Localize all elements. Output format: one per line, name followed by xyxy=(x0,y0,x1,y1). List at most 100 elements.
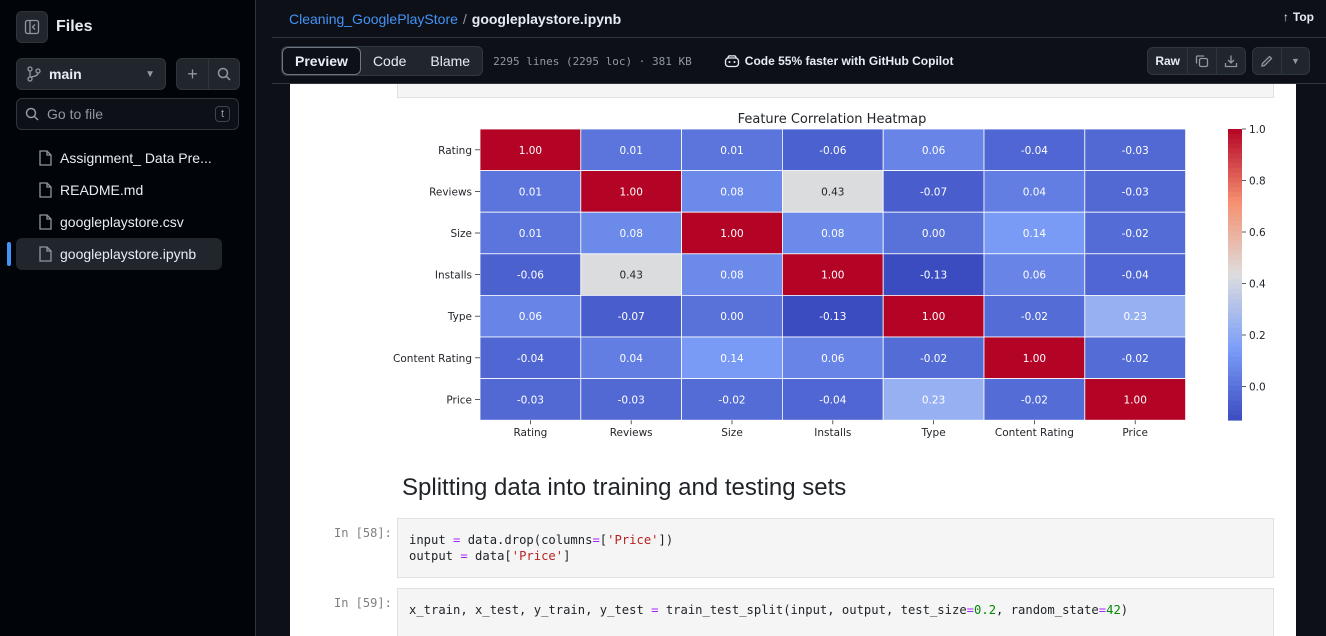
cell-value-label: 0.04 xyxy=(1023,186,1047,198)
x-tick-label: Content Rating xyxy=(995,427,1074,439)
cell-value-label: -0.06 xyxy=(819,145,846,157)
colorbar-segment xyxy=(1228,405,1242,411)
cell-value-label: 0.08 xyxy=(620,228,643,240)
branch-selector[interactable]: main ▼ xyxy=(16,58,166,90)
add-file-icon[interactable]: + xyxy=(177,59,208,89)
file-tree-item[interactable]: Assignment_ Data Pre... xyxy=(16,142,239,174)
cell-value-label: 1.00 xyxy=(620,186,643,198)
colorbar-tick-label: 1.0 xyxy=(1249,124,1266,136)
cell-value-label: -0.13 xyxy=(819,311,846,323)
x-tick-label: Reviews xyxy=(610,427,653,439)
colorbar-segment xyxy=(1228,347,1242,353)
cell-value-label: 0.14 xyxy=(1023,228,1047,240)
cell-value-label: -0.02 xyxy=(920,353,947,365)
tab-code[interactable]: Code xyxy=(361,47,418,75)
file-name: README.md xyxy=(60,182,144,198)
colorbar-segment xyxy=(1228,289,1242,295)
cell-value-label: 1.00 xyxy=(922,311,945,323)
cell-value-label: -0.02 xyxy=(1122,353,1149,365)
cell-value-label: 0.06 xyxy=(821,353,845,365)
colorbar-segment xyxy=(1228,303,1242,310)
colorbar-segment xyxy=(1228,177,1242,183)
scrollbar[interactable] xyxy=(1296,84,1312,636)
sidebar-title: Files xyxy=(56,18,93,35)
y-tick-label: Type xyxy=(447,311,472,323)
y-tick-label: Reviews xyxy=(429,186,472,198)
chevron-down-icon[interactable]: ▼ xyxy=(1281,48,1309,74)
code-cell[interactable]: input = data.drop(columns=['Price']) out… xyxy=(397,518,1274,578)
cell-value-label: 0.06 xyxy=(519,311,543,323)
file-name: googleplaystore.ipynb xyxy=(60,246,197,262)
cell-value-label: 1.00 xyxy=(1023,353,1046,365)
colorbar-segment xyxy=(1228,390,1242,397)
colorbar-segment xyxy=(1228,313,1242,319)
colorbar-segment xyxy=(1228,255,1242,261)
colorbar-segment xyxy=(1228,192,1242,198)
top-button[interactable]: ↑ Top xyxy=(1283,10,1314,24)
cell-value-label: 0.43 xyxy=(620,270,643,282)
file-icon xyxy=(38,246,52,262)
cell-value-label: -0.03 xyxy=(517,394,544,406)
cell-value-label: -0.06 xyxy=(517,270,544,282)
colorbar-segment xyxy=(1228,230,1242,237)
colorbar-segment xyxy=(1228,133,1242,140)
colorbar-segment xyxy=(1228,308,1242,314)
colorbar-segment xyxy=(1228,400,1242,407)
y-tick-label: Size xyxy=(450,228,472,240)
cell-value-label: -0.03 xyxy=(1122,145,1149,157)
y-tick-label: Price xyxy=(446,394,472,406)
edit-pencil-icon[interactable] xyxy=(1253,48,1281,74)
y-tick-label: Rating xyxy=(438,145,472,157)
tab-blame[interactable]: Blame xyxy=(418,47,482,75)
cell-prompt: In [59]: xyxy=(334,596,392,610)
copy-icon[interactable] xyxy=(1187,48,1216,74)
download-icon[interactable] xyxy=(1216,48,1245,74)
go-to-file-input[interactable]: Go to file t xyxy=(16,98,239,130)
colorbar-tick-label: 0.2 xyxy=(1249,330,1266,342)
colorbar-segment xyxy=(1228,245,1242,251)
raw-button[interactable]: Raw xyxy=(1148,48,1187,74)
cell-value-label: 1.00 xyxy=(720,228,743,240)
y-tick-label: Content Rating xyxy=(393,353,472,365)
colorbar-tick-label: 0.6 xyxy=(1249,227,1266,239)
cell-value-label: -0.04 xyxy=(517,353,544,365)
colorbar-segment xyxy=(1228,318,1242,324)
search-icon[interactable] xyxy=(208,59,239,89)
colorbar-segment xyxy=(1228,274,1242,280)
cell-value-label: -0.02 xyxy=(1021,311,1048,323)
colorbar-segment xyxy=(1228,381,1242,387)
cell-value-label: 0.01 xyxy=(519,186,542,198)
shortcut-hint: t xyxy=(214,106,230,122)
tab-preview[interactable]: Preview xyxy=(282,47,361,75)
cell-value-label: 0.06 xyxy=(922,145,946,157)
collapse-sidebar-icon[interactable] xyxy=(16,11,48,43)
sidebar-actions: + xyxy=(176,58,240,90)
colorbar-tick-label: 0.4 xyxy=(1249,279,1266,291)
edit-actions: ▼ xyxy=(1252,47,1310,75)
colorbar-segment xyxy=(1228,187,1242,193)
file-tree-item[interactable]: googleplaystore.csv xyxy=(16,206,239,238)
colorbar-segment xyxy=(1228,366,1242,373)
chevron-down-icon: ▼ xyxy=(145,68,155,80)
repo-link[interactable]: Cleaning_GooglePlayStore xyxy=(289,11,458,27)
colorbar-segment xyxy=(1228,269,1242,276)
heatmap-chart: Feature Correlation Heatmap 1.00 0.01 0.01… xyxy=(393,112,1266,439)
colorbar-segment xyxy=(1228,201,1242,208)
colorbar-segment xyxy=(1228,284,1242,290)
colorbar-segment xyxy=(1228,332,1242,339)
file-tree-item[interactable]: README.md xyxy=(16,174,239,206)
copilot-promo[interactable]: Code 55% faster with GitHub Copilot xyxy=(724,54,953,68)
cell-value-label: 0.04 xyxy=(620,353,644,365)
cell-value-label: 0.00 xyxy=(922,228,945,240)
colorbar-segment xyxy=(1228,206,1242,213)
file-tree-item-active[interactable]: googleplaystore.ipynb xyxy=(7,238,222,270)
file-tree: Assignment_ Data Pre... README.md google… xyxy=(7,142,239,270)
cell-prompt: In [58]: xyxy=(334,526,392,540)
cell-value-label: -0.02 xyxy=(718,394,745,406)
cell-value-label: -0.13 xyxy=(920,270,947,282)
cell-value-label: 0.01 xyxy=(519,228,542,240)
file-meta: 2295 lines (2295 loc) · 381 KB xyxy=(493,54,692,68)
code-cell[interactable]: x_train, x_test, y_train, y_test = train… xyxy=(397,588,1274,636)
arrow-up-icon: ↑ xyxy=(1282,10,1289,24)
sidebar-header: Files xyxy=(16,11,92,43)
